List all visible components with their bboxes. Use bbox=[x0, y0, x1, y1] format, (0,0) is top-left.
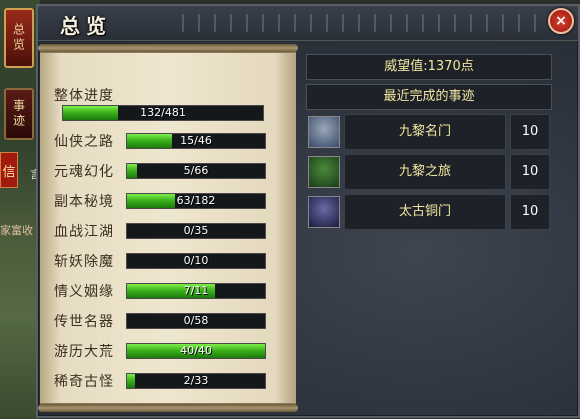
close-icon: × bbox=[555, 13, 567, 29]
achievement-points: 10 bbox=[510, 194, 550, 230]
category-label: 情义姻缘 bbox=[54, 284, 114, 300]
portal-icon bbox=[308, 196, 340, 228]
category-progress-text: 0/58 bbox=[183, 314, 209, 327]
achievement-name: 九黎之旅 bbox=[344, 154, 506, 190]
category-progress-bar: 0/58 bbox=[126, 313, 266, 329]
cloud-decoration bbox=[168, 14, 548, 32]
category-label: 仙侠之路 bbox=[54, 134, 114, 150]
achievement-row[interactable]: 九黎之旅 10 bbox=[306, 154, 550, 190]
category-progress-text: 0/10 bbox=[183, 254, 209, 267]
category-label: 斩妖除魔 bbox=[54, 254, 114, 270]
category-label: 血战江湖 bbox=[54, 224, 114, 240]
recent-achievements-header: 最近完成的事迹 bbox=[306, 84, 552, 110]
achievement-points: 10 bbox=[510, 114, 550, 150]
category-progress-text: 2/33 bbox=[183, 374, 209, 387]
category-progress-text: 0/35 bbox=[183, 224, 209, 237]
overall-progress-bar: 132/481 bbox=[62, 105, 264, 121]
overall-label: 整体进度 bbox=[54, 88, 114, 104]
overall-progress-text: 132/481 bbox=[140, 106, 186, 119]
category-progress-bar: 2/33 bbox=[126, 373, 266, 389]
gate-icon bbox=[308, 116, 340, 148]
forest-icon bbox=[308, 156, 340, 188]
category-progress-text: 7/11 bbox=[183, 284, 209, 297]
category-progress-bar: 7/11 bbox=[126, 283, 266, 299]
tab-deeds[interactable]: 事迹 bbox=[4, 88, 34, 140]
achievement-row[interactable]: 太古铜门 10 bbox=[306, 194, 550, 230]
tab-overview-label: 总览 bbox=[11, 23, 26, 53]
category-progress-bar: 63/182 bbox=[126, 193, 266, 209]
category-label: 游历大荒 bbox=[54, 344, 114, 360]
overview-window: 总览 × 整体进度 132/481 仙侠之路 15/46 元魂幻化 5/66 副本秘境 6… bbox=[36, 4, 580, 418]
category-progress-bar: 15/46 bbox=[126, 133, 266, 149]
message-chip[interactable]: 信 bbox=[0, 152, 18, 188]
close-button[interactable]: × bbox=[548, 8, 574, 34]
category-label: 副本秘境 bbox=[54, 194, 114, 210]
window-title: 总览 bbox=[60, 14, 112, 38]
tab-overview[interactable]: 总览 bbox=[4, 8, 34, 68]
category-progress-bar: 40/40 bbox=[126, 343, 266, 359]
progress-scroll: 整体进度 132/481 仙侠之路 15/46 元魂幻化 5/66 副本秘境 63/182… bbox=[38, 44, 298, 412]
category-progress-text: 5/66 bbox=[183, 164, 209, 177]
category-progress-bar: 0/10 bbox=[126, 253, 266, 269]
achievement-row[interactable]: 九黎名门 10 bbox=[306, 114, 550, 150]
prestige-value: 威望值:1370点 bbox=[306, 54, 552, 80]
category-progress-bar: 0/35 bbox=[126, 223, 266, 239]
category-progress-bar: 5/66 bbox=[126, 163, 266, 179]
category-progress-text: 15/46 bbox=[180, 134, 212, 147]
side-text: 家富收 bbox=[0, 224, 33, 237]
achievement-name: 太古铜门 bbox=[344, 194, 506, 230]
tab-deeds-label: 事迹 bbox=[11, 99, 26, 129]
category-label: 传世名器 bbox=[54, 314, 114, 330]
category-label: 稀奇古怪 bbox=[54, 374, 114, 390]
category-progress-text: 40/40 bbox=[180, 344, 212, 357]
achievement-name: 九黎名门 bbox=[344, 114, 506, 150]
category-progress-text: 63/182 bbox=[176, 194, 216, 207]
achievement-points: 10 bbox=[510, 154, 550, 190]
title-bar[interactable]: 总览 bbox=[38, 6, 578, 41]
category-label: 元魂幻化 bbox=[54, 164, 114, 180]
